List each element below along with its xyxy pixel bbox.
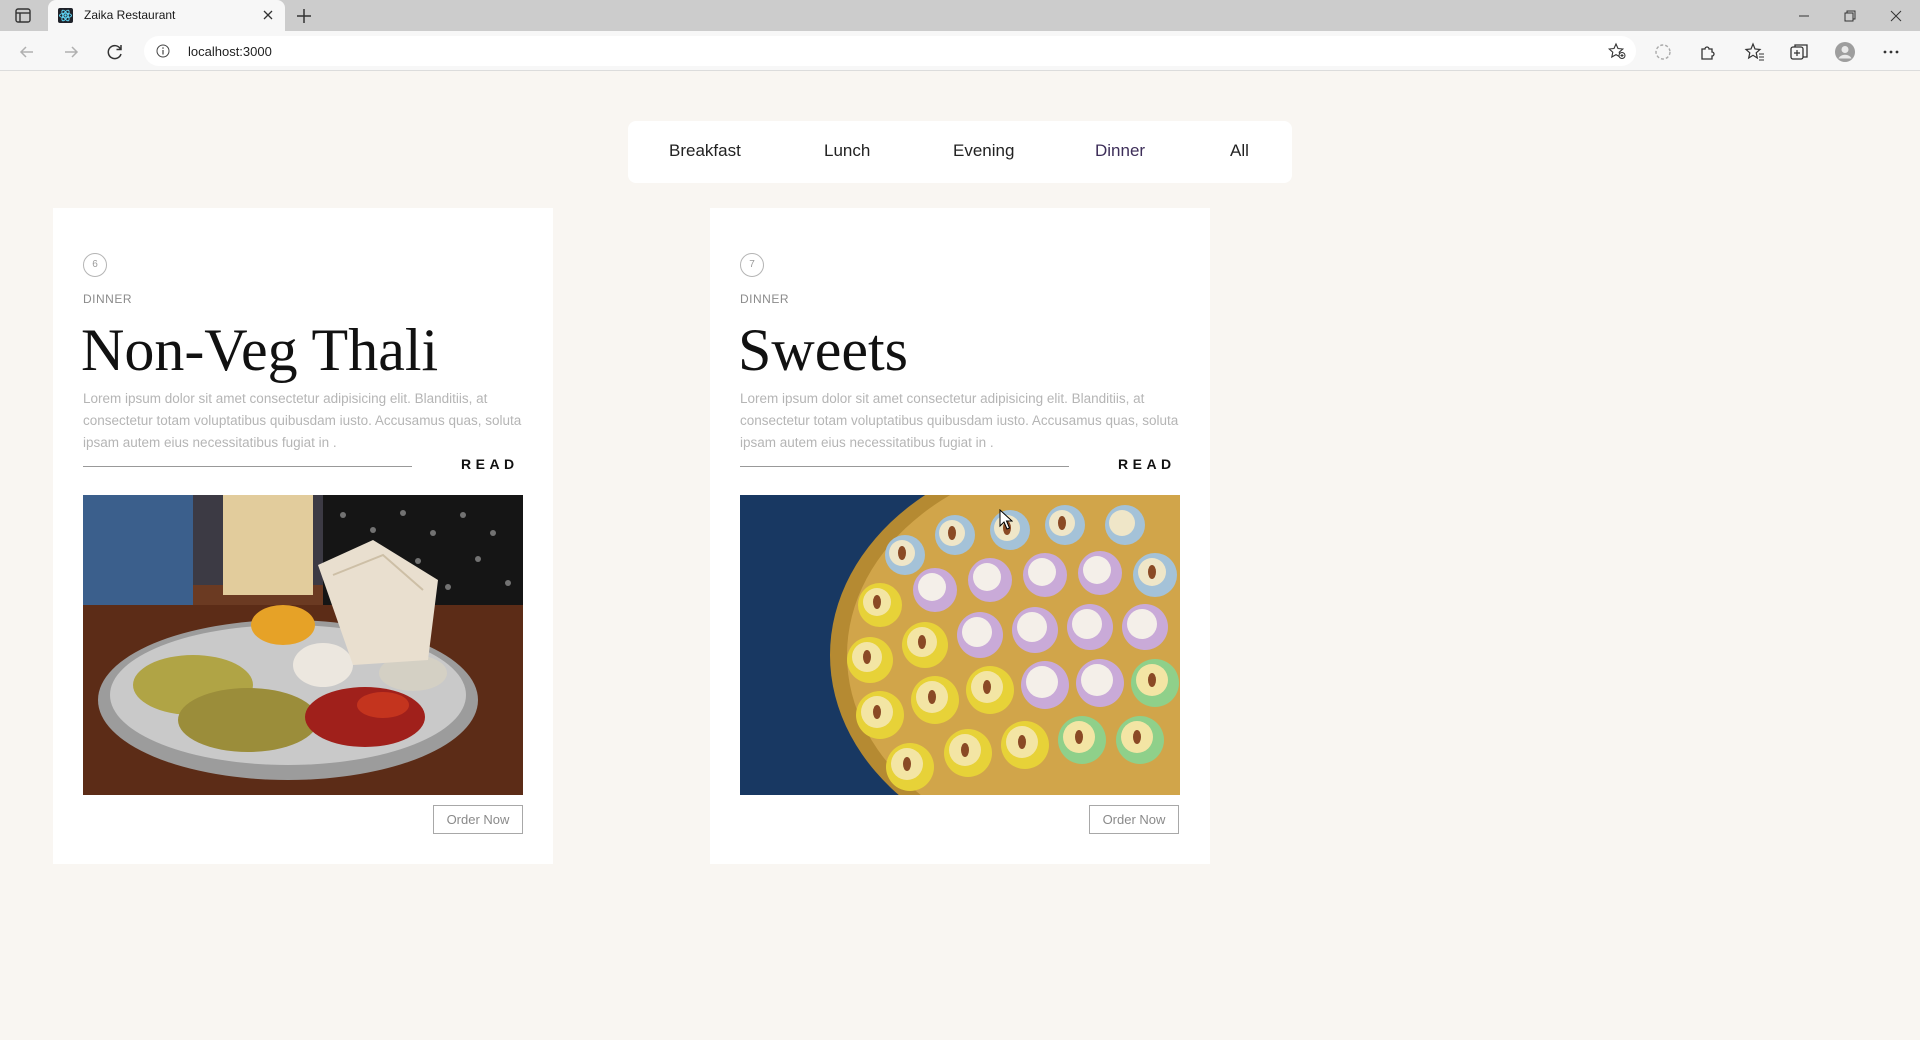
card-title: Sweets: [738, 317, 908, 383]
order-now-button[interactable]: Order Now: [1089, 805, 1179, 834]
filter-lunch-button[interactable]: Lunch: [824, 141, 870, 161]
add-favorite-icon[interactable]: [1608, 42, 1626, 60]
filter-dinner-button[interactable]: Dinner: [1095, 141, 1145, 161]
category-filter-nav: Breakfast Lunch Evening Dinner All: [628, 121, 1292, 183]
close-window-icon[interactable]: [1878, 4, 1914, 28]
favorites-icon[interactable]: [1744, 41, 1766, 63]
menu-card: 7 DINNER Sweets Lorem ipsum dolor sit am…: [710, 208, 1210, 864]
mouse-cursor-icon: [999, 509, 1013, 530]
new-tab-icon[interactable]: [294, 6, 314, 26]
card-title: Non-Veg Thali: [81, 317, 439, 383]
extension-loading-icon[interactable]: [1652, 41, 1674, 63]
non-veg-thali-image: [83, 495, 523, 795]
read-link[interactable]: READ: [461, 456, 519, 472]
extensions-icon[interactable]: [1696, 41, 1718, 63]
card-description: Lorem ipsum dolor sit amet consectetur a…: [740, 391, 1179, 450]
read-link[interactable]: READ: [1118, 456, 1176, 472]
card-divider: [83, 466, 412, 467]
menu-card: 6 DINNER Non-Veg Thali Lorem ipsum dolor…: [53, 208, 553, 864]
browser-titlebar: Zaika Restaurant: [0, 0, 1920, 31]
tab-title: Zaika Restaurant: [84, 8, 176, 22]
reload-icon[interactable]: [104, 41, 126, 63]
minimize-icon[interactable]: [1786, 4, 1822, 28]
sweets-image: [740, 495, 1180, 795]
card-number-badge: 7: [740, 253, 764, 277]
more-options-icon[interactable]: [1880, 41, 1902, 63]
card-number-badge: 6: [83, 253, 107, 277]
order-now-button[interactable]: Order Now: [433, 805, 523, 834]
back-icon[interactable]: [16, 41, 38, 63]
card-category: DINNER: [740, 292, 790, 306]
url-text: localhost:3000: [188, 44, 272, 59]
forward-icon[interactable]: [60, 41, 82, 63]
card-category: DINNER: [83, 292, 133, 306]
filter-breakfast-button[interactable]: Breakfast: [669, 141, 741, 161]
card-divider: [740, 466, 1069, 467]
react-favicon-icon: [58, 8, 73, 23]
tab-actions-icon[interactable]: [12, 6, 34, 26]
collections-icon[interactable]: [1788, 41, 1810, 63]
close-tab-icon[interactable]: [261, 8, 275, 22]
browser-tab[interactable]: Zaika Restaurant: [48, 0, 285, 31]
address-bar[interactable]: localhost:3000: [144, 36, 1636, 66]
filter-all-button[interactable]: All: [1230, 141, 1249, 161]
restore-icon[interactable]: [1832, 4, 1868, 28]
card-description: Lorem ipsum dolor sit amet consectetur a…: [83, 391, 522, 450]
browser-toolbar: localhost:3000: [0, 31, 1920, 71]
profile-avatar-icon[interactable]: [1834, 41, 1856, 63]
info-icon[interactable]: [156, 44, 170, 58]
filter-evening-button[interactable]: Evening: [953, 141, 1014, 161]
